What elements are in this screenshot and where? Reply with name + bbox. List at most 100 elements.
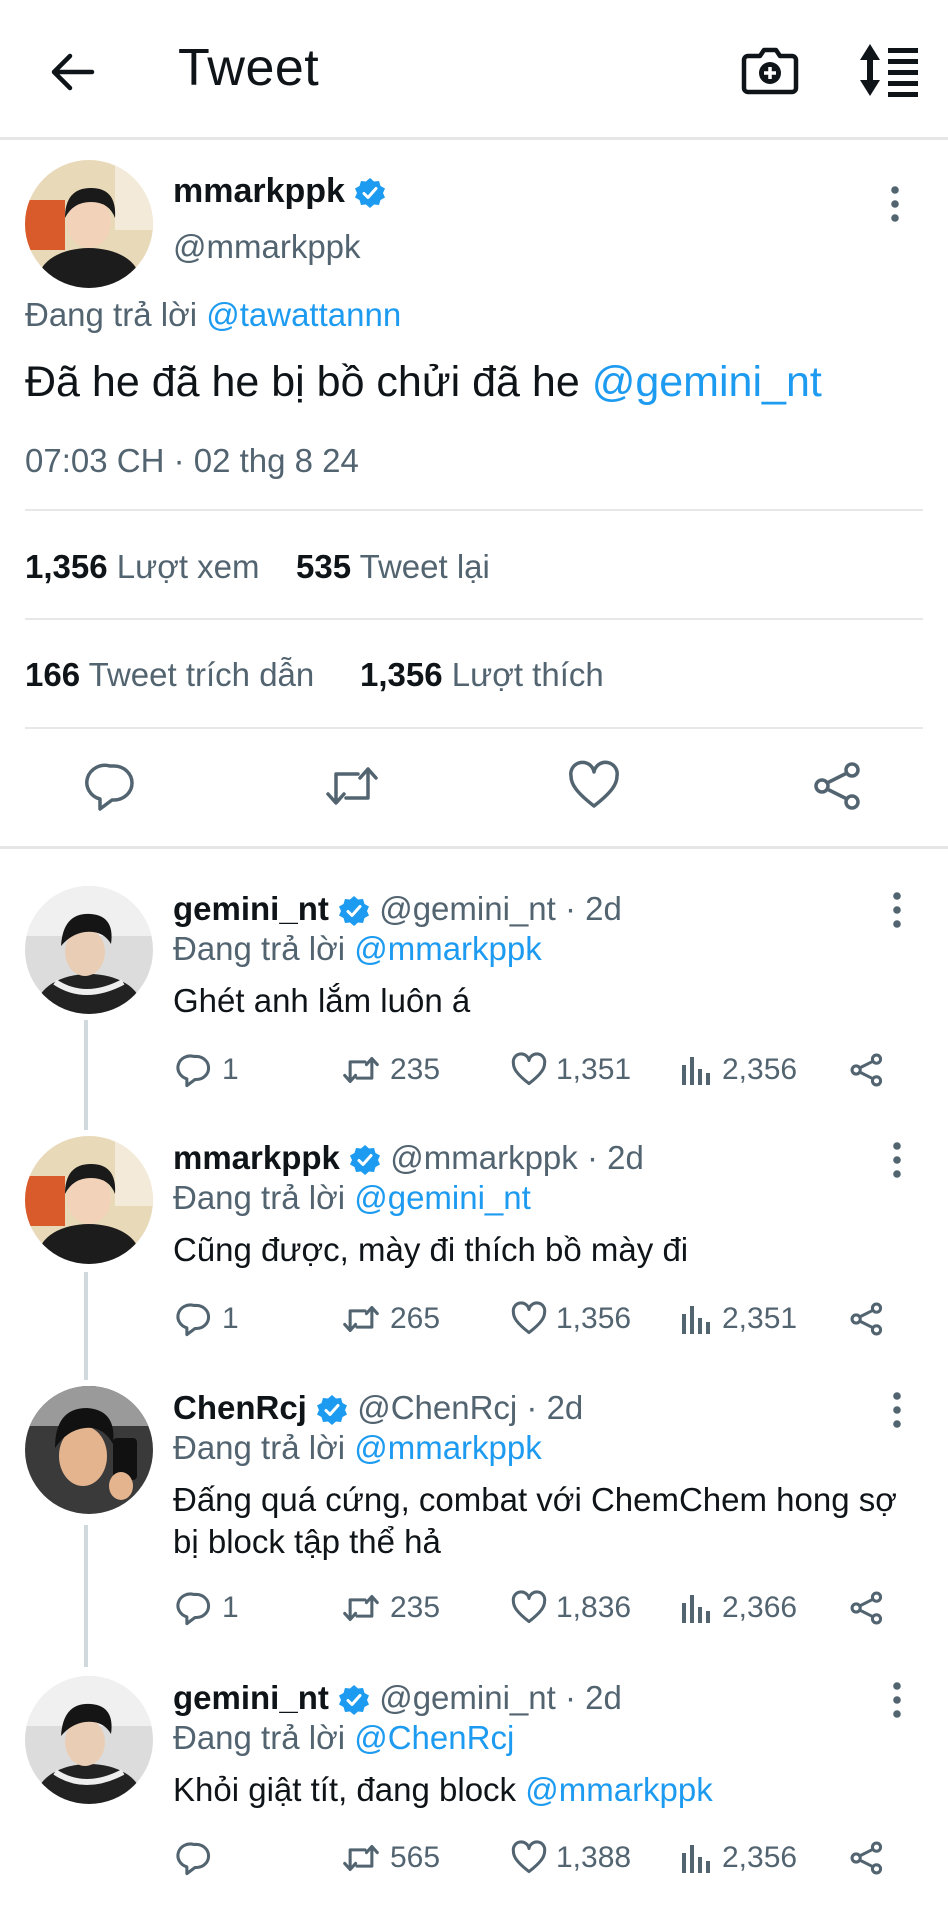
reply-body: Khỏi giật tít, đang block bbox=[173, 1771, 517, 1808]
reply-text: Ghét anh lắm luôn á bbox=[173, 982, 471, 1019]
replying-to-link[interactable]: @mmarkppk bbox=[354, 930, 542, 967]
more-options-button[interactable] bbox=[882, 886, 912, 934]
views-button[interactable]: 2,351 bbox=[680, 1296, 797, 1342]
retweets-count: 535 bbox=[296, 548, 352, 585]
replying-to: Đang trả lời @mmarkppk bbox=[173, 1429, 542, 1467]
views-button[interactable]: 2,366 bbox=[680, 1585, 797, 1631]
reply-author[interactable]: mmarkppk @mmarkppk · 2d bbox=[173, 1139, 644, 1177]
retweet-count: 565 bbox=[390, 1841, 441, 1874]
thread-connector bbox=[84, 1272, 88, 1380]
retweet-button[interactable] bbox=[324, 758, 380, 814]
replying-to-link[interactable]: @ChenRcj bbox=[354, 1719, 514, 1756]
more-options-button[interactable] bbox=[882, 1136, 912, 1184]
like-button[interactable]: 1,356 bbox=[510, 1296, 631, 1342]
share-icon bbox=[850, 1053, 883, 1087]
retweet-button[interactable]: 235 bbox=[340, 1585, 440, 1631]
reply-button[interactable]: 1 bbox=[176, 1047, 239, 1093]
like-button[interactable]: 1,388 bbox=[510, 1835, 631, 1881]
replying-to-link[interactable]: @mmarkppk bbox=[354, 1429, 542, 1466]
views-button[interactable]: 2,356 bbox=[680, 1835, 797, 1881]
replying-prefix: Đang trả lời bbox=[173, 1429, 346, 1466]
quotes-stat[interactable]: 166 Tweet trích dẫn bbox=[25, 656, 314, 694]
mention-link[interactable]: @mmarkppk bbox=[525, 1771, 713, 1808]
share-button[interactable] bbox=[848, 1835, 894, 1881]
divider bbox=[25, 618, 923, 620]
share-button[interactable] bbox=[848, 1296, 894, 1342]
reply-author[interactable]: gemini_nt @gemini_nt · 2d bbox=[173, 1679, 622, 1717]
more-options-button[interactable] bbox=[882, 1386, 912, 1434]
author-name[interactable]: mmarkppk bbox=[173, 172, 386, 211]
retweet-button[interactable]: 235 bbox=[340, 1047, 440, 1093]
reply-handle: @gemini_nt · 2d bbox=[379, 1679, 622, 1716]
replying-prefix: Đang trả lời bbox=[173, 930, 346, 967]
avatar-chenrcj[interactable] bbox=[25, 1386, 153, 1514]
share-button[interactable] bbox=[848, 1047, 894, 1093]
retweets-stat[interactable]: 535 Tweet lại bbox=[296, 548, 490, 586]
camera-button[interactable] bbox=[740, 40, 800, 100]
more-options-button[interactable] bbox=[880, 180, 910, 228]
back-button[interactable] bbox=[40, 40, 104, 104]
divider bbox=[25, 727, 923, 729]
reply-button[interactable] bbox=[84, 758, 140, 814]
sort-button[interactable] bbox=[856, 40, 922, 100]
retweet-icon bbox=[343, 1305, 379, 1333]
tweet-text: Đã he đã he bị bồ chửi đã he @gemini_nt bbox=[25, 358, 822, 407]
heart-icon bbox=[511, 1301, 547, 1335]
views-stat: 1,356 Lượt xem bbox=[25, 548, 260, 586]
avatar-gemini-nt[interactable] bbox=[25, 886, 153, 1014]
reply-author[interactable]: gemini_nt @gemini_nt · 2d bbox=[173, 890, 622, 928]
reply-button[interactable]: 1 bbox=[176, 1296, 239, 1342]
author-handle[interactable]: @mmarkppk bbox=[173, 228, 361, 266]
reply-author[interactable]: ChenRcj @ChenRcj · 2d bbox=[173, 1389, 583, 1427]
like-count: 1,356 bbox=[556, 1302, 632, 1335]
reply-icon bbox=[176, 1592, 211, 1626]
like-button[interactable] bbox=[566, 758, 622, 814]
like-count: 1,351 bbox=[556, 1053, 632, 1086]
verified-badge-icon bbox=[317, 1395, 348, 1426]
reply-author-name: ChenRcj bbox=[173, 1389, 307, 1426]
bar-chart-icon bbox=[682, 1306, 710, 1334]
author-name-text: mmarkppk bbox=[173, 172, 345, 210]
likes-label: Lượt thích bbox=[451, 656, 604, 693]
views-count: 2,356 bbox=[722, 1841, 798, 1874]
retweet-button[interactable]: 565 bbox=[340, 1835, 440, 1881]
avatar-gemini-nt[interactable] bbox=[25, 1676, 153, 1804]
share-icon bbox=[850, 1841, 883, 1875]
reply-icon bbox=[176, 1842, 211, 1876]
reply-count: 1 bbox=[222, 1302, 239, 1335]
reply-button[interactable] bbox=[176, 1835, 222, 1881]
likes-stat[interactable]: 1,356 Lượt thích bbox=[360, 656, 604, 694]
more-vertical-icon bbox=[893, 1682, 901, 1718]
divider bbox=[25, 509, 923, 511]
top-bar: Tweet bbox=[0, 0, 948, 140]
share-button[interactable] bbox=[810, 758, 866, 814]
like-button[interactable]: 1,836 bbox=[510, 1585, 631, 1631]
more-options-button[interactable] bbox=[882, 1676, 912, 1724]
heart-icon bbox=[511, 1590, 547, 1624]
verified-badge-icon bbox=[339, 896, 370, 927]
share-icon bbox=[850, 1591, 883, 1625]
like-button[interactable]: 1,351 bbox=[510, 1047, 631, 1093]
replying-to-link[interactable]: @gemini_nt bbox=[354, 1179, 531, 1216]
camera-add-icon bbox=[741, 47, 799, 95]
mention-link[interactable]: @gemini_nt bbox=[592, 358, 822, 406]
reply-button[interactable]: 1 bbox=[176, 1585, 239, 1631]
reply-handle: @ChenRcj · 2d bbox=[357, 1389, 584, 1426]
retweet-icon bbox=[343, 1594, 379, 1622]
reply-text: Cũng được, mày đi thích bồ mày đi bbox=[173, 1231, 689, 1268]
reply-text: Khỏi giật tít, đang block @mmarkppk bbox=[173, 1769, 933, 1811]
back-arrow-icon bbox=[51, 53, 95, 91]
retweet-button[interactable]: 265 bbox=[340, 1296, 440, 1342]
thread-connector bbox=[84, 1525, 88, 1667]
replying-to-link[interactable]: @tawattannn bbox=[206, 296, 401, 333]
avatar-mmarkppk[interactable] bbox=[25, 1136, 153, 1264]
likes-count: 1,356 bbox=[360, 656, 443, 693]
replying-to: Đang trả lời @tawattannn bbox=[25, 296, 401, 334]
views-button[interactable]: 2,356 bbox=[680, 1047, 797, 1093]
retweets-label: Tweet lại bbox=[359, 548, 490, 585]
share-button[interactable] bbox=[848, 1585, 894, 1631]
avatar-mmarkppk[interactable] bbox=[25, 160, 153, 288]
reply-icon bbox=[176, 1054, 211, 1088]
bar-chart-icon bbox=[682, 1845, 710, 1873]
verified-badge-icon bbox=[350, 1145, 381, 1176]
